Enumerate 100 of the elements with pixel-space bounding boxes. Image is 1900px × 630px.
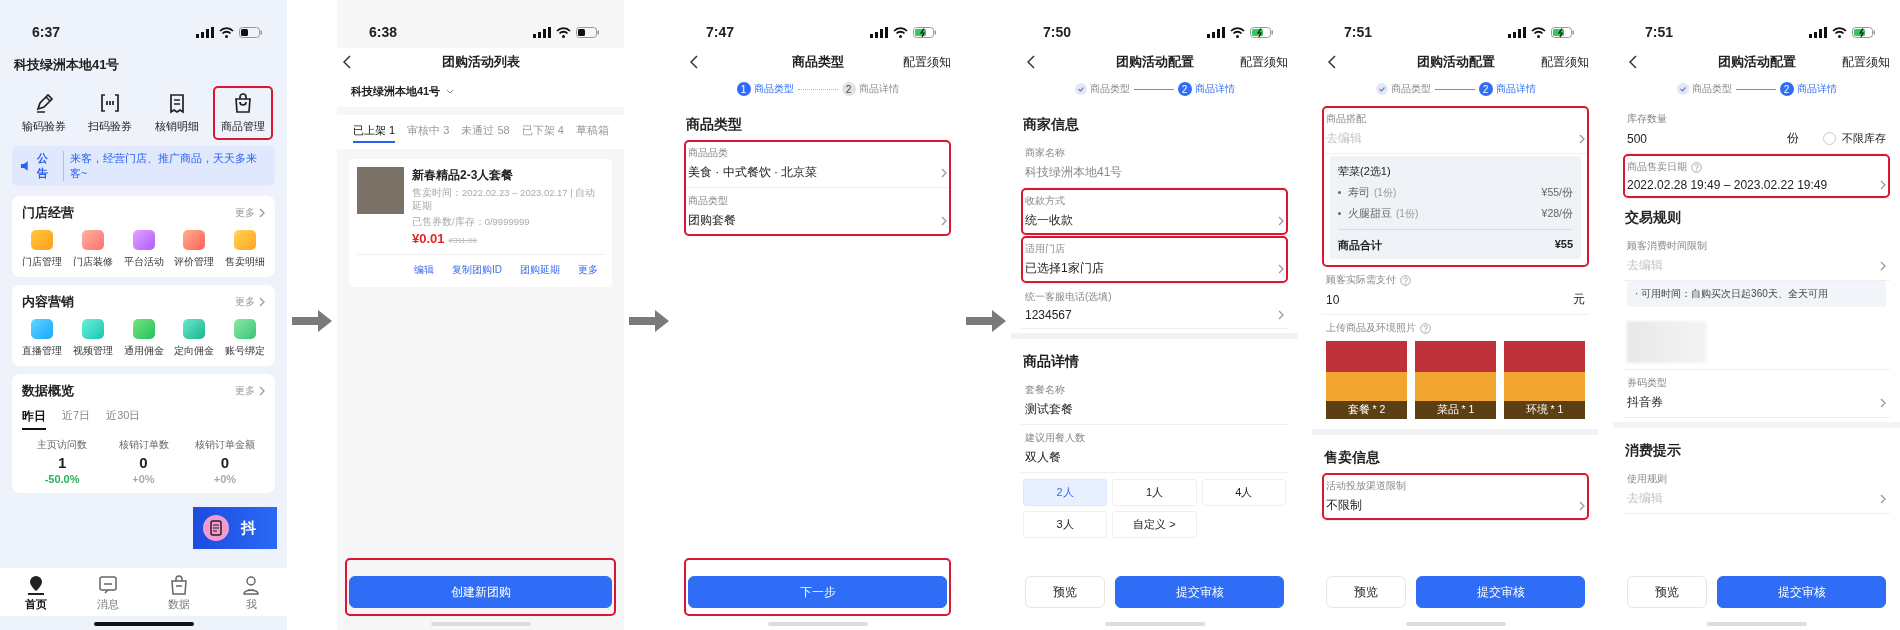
field-value[interactable]: 2022.02.28 19:49 – 2023.02.22 19:49 bbox=[1627, 178, 1874, 192]
field-value[interactable]: 统一收款 bbox=[1025, 212, 1272, 229]
app-shortcut[interactable]: 门店管理 bbox=[22, 230, 62, 269]
field-value[interactable]: 1234567 bbox=[1025, 308, 1272, 322]
field-value[interactable]: 500 bbox=[1627, 131, 1781, 146]
photo-placeholder[interactable]: 套餐 * 2 bbox=[1326, 341, 1407, 419]
step-label[interactable]: 商品类型 bbox=[1089, 82, 1130, 96]
step-label[interactable]: 商品类型 bbox=[753, 82, 794, 96]
app-shortcut[interactable]: 门店装修 bbox=[72, 230, 113, 269]
field-value[interactable]: 已选择1家门店 bbox=[1025, 260, 1272, 277]
option-chip[interactable]: 3人 bbox=[1023, 511, 1108, 538]
field-value[interactable]: 双人餐 bbox=[1025, 449, 1284, 466]
field-value[interactable]: 抖音券 bbox=[1627, 394, 1874, 411]
app-shortcut[interactable]: 直播管理 bbox=[22, 319, 62, 358]
shortcut-button[interactable]: 核销明细 bbox=[146, 86, 207, 140]
section-title: 售卖信息 bbox=[1323, 449, 1381, 467]
shortcut-button[interactable]: 输码验券 bbox=[14, 86, 74, 140]
dish-quantity: (1份) bbox=[1396, 206, 1420, 221]
promo-banner[interactable]: 抖 bbox=[193, 507, 277, 549]
action-link[interactable]: 复制团购ID bbox=[452, 263, 502, 278]
back-icon[interactable] bbox=[1629, 55, 1637, 69]
stat-value: 0 bbox=[139, 454, 148, 471]
scan-frame-icon bbox=[99, 92, 122, 114]
field-value: 科技绿洲本地41号 bbox=[1025, 164, 1124, 181]
notice-link[interactable]: 配置须知 bbox=[1240, 54, 1288, 71]
tab-bar-item[interactable]: 我 bbox=[240, 574, 263, 612]
field-value[interactable]: 美食 · 中式餐饮 · 北京菜 bbox=[688, 164, 935, 181]
tab-bar-item[interactable]: 首页 bbox=[24, 574, 47, 612]
field-label: 统一客服电话(选填) bbox=[1025, 290, 1112, 304]
field-label: 活动投放渠道限制 bbox=[1326, 479, 1406, 493]
action-link[interactable]: 更多 bbox=[578, 263, 598, 278]
submit-button[interactable]: 创建新团购 bbox=[349, 576, 612, 608]
speaker-icon bbox=[20, 161, 31, 171]
field-value[interactable]: 团购套餐 bbox=[688, 212, 935, 229]
submit-button[interactable]: 提交审核 bbox=[1717, 576, 1886, 608]
step-label[interactable]: 商品详情 bbox=[1796, 82, 1837, 96]
period-tab[interactable]: 近30日 bbox=[106, 408, 141, 430]
tab-bar-item[interactable]: 数据 bbox=[168, 574, 191, 612]
wifi-icon bbox=[556, 26, 571, 38]
step-label[interactable]: 商品详情 bbox=[1495, 82, 1536, 96]
option-chip[interactable]: 1人 bbox=[1112, 479, 1197, 506]
notice-link[interactable]: 配置须知 bbox=[1541, 54, 1589, 71]
step-label[interactable]: 商品详情 bbox=[1194, 82, 1235, 96]
app-shortcut[interactable]: 定向佣金 bbox=[174, 319, 215, 358]
submit-button[interactable]: 提交审核 bbox=[1115, 576, 1284, 608]
field-label: 套餐名称 bbox=[1025, 383, 1065, 397]
photo-placeholder[interactable]: 菜品 * 1 bbox=[1415, 341, 1496, 419]
app-shortcut[interactable]: 视频管理 bbox=[72, 319, 113, 358]
period-tab[interactable]: 近7日 bbox=[62, 408, 91, 430]
back-icon[interactable] bbox=[343, 55, 351, 69]
app-icon bbox=[132, 230, 155, 250]
page-title: 团购活动配置 bbox=[1717, 53, 1796, 71]
field-label: 顾客消费时间限制 bbox=[1627, 239, 1707, 253]
option-chip[interactable]: 4人 bbox=[1201, 479, 1286, 506]
signal-icon bbox=[870, 26, 888, 38]
field-value[interactable]: 10 bbox=[1326, 292, 1567, 307]
store-selector[interactable]: 科技绿洲本地41号 bbox=[337, 76, 624, 107]
option-chip[interactable]: 2人 bbox=[1023, 479, 1108, 506]
back-icon[interactable] bbox=[1027, 55, 1035, 69]
step-label[interactable]: 商品类型 bbox=[1691, 82, 1732, 96]
app-shortcut[interactable]: 平台活动 bbox=[123, 230, 164, 269]
step-label[interactable]: 商品详情 bbox=[858, 82, 899, 96]
action-link[interactable]: 团购延期 bbox=[520, 263, 560, 278]
stat-value: 1 bbox=[57, 454, 67, 471]
status-time: 7:47 bbox=[706, 24, 735, 40]
field-label: 上传商品及环境照片 bbox=[1326, 321, 1416, 335]
app-shortcut[interactable]: 售卖明细 bbox=[225, 230, 265, 269]
app-shortcut[interactable]: 账号绑定 bbox=[225, 319, 265, 358]
app-shortcut[interactable]: 评价管理 bbox=[174, 230, 215, 269]
step-label[interactable]: 商品类型 bbox=[1390, 82, 1431, 96]
back-icon[interactable] bbox=[690, 55, 698, 69]
info-note: · 可用时间：自购买次日起360天、全天可用 bbox=[1627, 281, 1886, 307]
field-value[interactable]: 不限制 bbox=[1326, 497, 1573, 514]
notice-link[interactable]: 配置须知 bbox=[903, 54, 951, 71]
notebook-icon bbox=[203, 515, 229, 541]
preview-button[interactable]: 预览 bbox=[1326, 576, 1406, 608]
field-label: 商品搭配 bbox=[1326, 112, 1366, 126]
section-title: 商品类型 bbox=[685, 116, 743, 134]
step-number: 2 bbox=[1177, 82, 1192, 96]
photo-placeholder[interactable]: 环境 * 1 bbox=[1504, 341, 1585, 419]
submit-button[interactable]: 提交审核 bbox=[1416, 576, 1585, 608]
notice-label: 公告 bbox=[36, 151, 64, 181]
option-chip[interactable]: 自定义 > bbox=[1112, 511, 1197, 538]
field-label: 商品售卖日期 bbox=[1627, 160, 1687, 174]
field-value[interactable]: 测试套餐 bbox=[1025, 401, 1284, 418]
tab-bar-item[interactable]: 消息 bbox=[96, 574, 119, 612]
stat-value: 0 bbox=[220, 454, 230, 471]
shortcut-button[interactable]: 扫码验券 bbox=[80, 86, 141, 140]
preview-button[interactable]: 预览 bbox=[1627, 576, 1707, 608]
dish-quantity: (1份) bbox=[1374, 185, 1398, 200]
notice-link[interactable]: 配置须知 bbox=[1842, 54, 1890, 71]
period-tab[interactable]: 昨日 bbox=[22, 408, 46, 430]
preview-button[interactable]: 预览 bbox=[1025, 576, 1105, 608]
field-label: 适用门店 bbox=[1025, 242, 1065, 256]
status-tab[interactable]: 已上架 1 bbox=[353, 123, 396, 143]
app-shortcut[interactable]: 通用佣金 bbox=[123, 319, 164, 358]
back-icon[interactable] bbox=[1328, 55, 1336, 69]
shortcut-button[interactable]: 商品管理 bbox=[213, 86, 273, 140]
submit-button[interactable]: 下一步 bbox=[688, 576, 947, 608]
action-link[interactable]: 编辑 bbox=[414, 263, 434, 278]
